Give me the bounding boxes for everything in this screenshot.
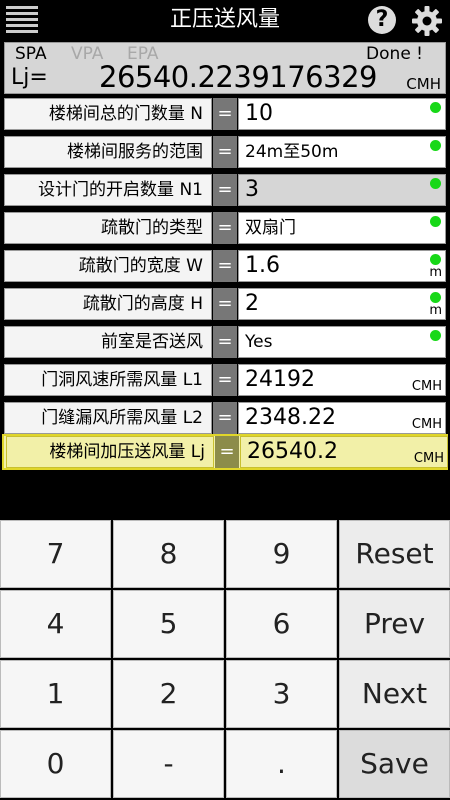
door-height-input[interactable]: 2 m — [238, 288, 446, 320]
equals-sign: = — [213, 364, 237, 396]
status-dot — [430, 140, 441, 151]
result-value: 26540.2239176329 — [99, 60, 377, 94]
equals-sign: = — [213, 250, 237, 282]
save-button[interactable]: Save — [339, 730, 450, 798]
status-dot — [430, 292, 441, 303]
field-label: 疏散门的类型 — [4, 212, 212, 244]
field-label: 疏散门的宽度 W — [4, 250, 212, 282]
key-minus[interactable]: - — [113, 730, 224, 798]
key-7[interactable]: 7 — [0, 520, 111, 588]
field-label: 楼梯间加压送风量 Lj — [6, 436, 214, 468]
field-value: 3 — [245, 177, 259, 202]
field-value: 1.6 — [245, 253, 280, 278]
mode-spa[interactable]: SPA — [15, 44, 47, 64]
l2-output: 2348.22 CMH — [238, 402, 446, 434]
anteroom-supply-select[interactable]: Yes — [238, 326, 446, 358]
field-label: 门缝漏风所需风量 L2 — [4, 402, 212, 434]
key-0[interactable]: 0 — [0, 730, 111, 798]
key-3[interactable]: 3 — [226, 660, 337, 728]
equals-sign: = — [213, 136, 237, 168]
status-dot — [430, 102, 441, 113]
equals-sign: = — [213, 288, 237, 320]
door-type-select[interactable]: 双扇门 — [238, 212, 446, 244]
key-decimal[interactable]: . — [226, 730, 337, 798]
equals-sign: = — [213, 174, 237, 206]
equals-sign: = — [213, 98, 237, 130]
field-unit: CMH — [413, 451, 444, 466]
field-value: 2348.22 — [245, 405, 336, 430]
key-6[interactable]: 6 — [226, 590, 337, 658]
field-unit: CMH — [411, 417, 442, 432]
row-door-height: 疏散门的高度 H = 2 m — [0, 286, 450, 322]
row-open-door-count: 设计门的开启数量 N1 = 3 — [0, 172, 450, 208]
status-dot — [430, 330, 441, 341]
row-door-type: 疏散门的类型 = 双扇门 — [0, 210, 450, 246]
field-unit: m — [429, 265, 442, 280]
row-lj: 楼梯间加压送风量 Lj = 26540.2 CMH — [2, 434, 448, 470]
help-icon[interactable]: ? — [368, 6, 396, 34]
door-count-input[interactable]: 10 — [238, 98, 446, 130]
equals-sign: = — [215, 436, 239, 468]
field-value: 2 — [245, 291, 259, 316]
field-label: 楼梯间服务的范围 — [4, 136, 212, 168]
result-label: Lj= — [11, 65, 48, 90]
status-dot — [430, 178, 441, 189]
key-2[interactable]: 2 — [113, 660, 224, 728]
field-unit: m — [429, 303, 442, 318]
field-label: 设计门的开启数量 N1 — [4, 174, 212, 206]
gear-icon[interactable] — [410, 4, 444, 38]
door-width-input[interactable]: 1.6 m — [238, 250, 446, 282]
service-range-select[interactable]: 24m至50m — [238, 136, 446, 168]
row-anteroom-supply: 前室是否送风 = Yes — [0, 324, 450, 360]
row-door-width: 疏散门的宽度 W = 1.6 m — [0, 248, 450, 284]
field-value: Yes — [245, 332, 273, 352]
equals-sign: = — [213, 402, 237, 434]
row-l1: 门洞风速所需风量 L1 = 24192 CMH — [0, 362, 450, 398]
field-unit: CMH — [411, 379, 442, 394]
row-door-count: 楼梯间总的门数量 N = 10 — [0, 96, 450, 132]
status-dot — [430, 254, 441, 265]
row-l2: 门缝漏风所需风量 L2 = 2348.22 CMH — [0, 400, 450, 436]
open-door-count-field[interactable]: 3 — [238, 174, 446, 206]
field-label: 门洞风速所需风量 L1 — [4, 364, 212, 396]
field-value: 10 — [245, 101, 273, 126]
field-label: 疏散门的高度 H — [4, 288, 212, 320]
key-4[interactable]: 4 — [0, 590, 111, 658]
key-8[interactable]: 8 — [113, 520, 224, 588]
field-value: 双扇门 — [245, 218, 296, 238]
equals-sign: = — [213, 326, 237, 358]
field-label: 前室是否送风 — [4, 326, 212, 358]
prev-button[interactable]: Prev — [339, 590, 450, 658]
field-value: 26540.2 — [247, 439, 338, 464]
l1-output: 24192 CMH — [238, 364, 446, 396]
reset-button[interactable]: Reset — [339, 520, 450, 588]
field-value: 24192 — [245, 367, 315, 392]
equals-sign: = — [213, 212, 237, 244]
row-service-range: 楼梯间服务的范围 = 24m至50m — [0, 134, 450, 170]
lj-output: 26540.2 CMH — [240, 436, 448, 468]
keypad: 7 8 9 Reset 4 5 6 Prev 1 2 3 Next 0 - . … — [0, 520, 450, 800]
next-button[interactable]: Next — [339, 660, 450, 728]
field-label: 楼梯间总的门数量 N — [4, 98, 212, 130]
key-5[interactable]: 5 — [113, 590, 224, 658]
result-panel: SPA VPA EPA Done ! Lj= 26540.2239176329 … — [4, 42, 446, 94]
key-9[interactable]: 9 — [226, 520, 337, 588]
result-unit: CMH — [406, 75, 441, 93]
status-dot — [430, 216, 441, 227]
title-bar: 正压送风量 ? — [0, 0, 450, 40]
field-value: 24m至50m — [245, 142, 339, 162]
key-1[interactable]: 1 — [0, 660, 111, 728]
